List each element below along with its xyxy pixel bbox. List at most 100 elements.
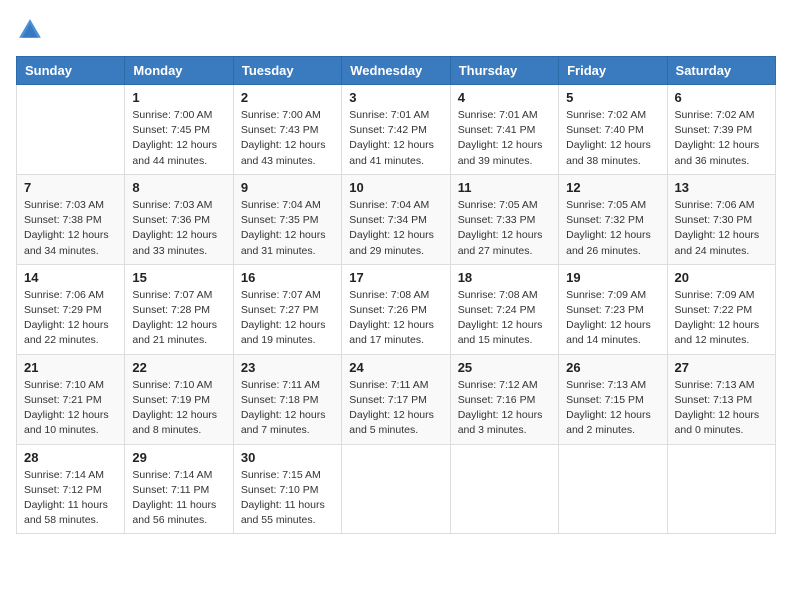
calendar-cell <box>559 444 667 534</box>
calendar-table: SundayMondayTuesdayWednesdayThursdayFrid… <box>16 56 776 534</box>
calendar-cell: 18 Sunrise: 7:08 AM Sunset: 7:24 PM Dayli… <box>450 264 558 354</box>
calendar-cell: 1 Sunrise: 7:00 AM Sunset: 7:45 PM Daylig… <box>125 85 233 175</box>
day-number: 24 <box>349 360 442 375</box>
column-header-wednesday: Wednesday <box>342 57 450 85</box>
calendar-cell: 6 Sunrise: 7:02 AM Sunset: 7:39 PM Daylig… <box>667 85 775 175</box>
day-info: Sunrise: 7:11 AM Sunset: 7:17 PM Dayligh… <box>349 378 442 439</box>
calendar-cell: 16 Sunrise: 7:07 AM Sunset: 7:27 PM Dayli… <box>233 264 341 354</box>
calendar-cell: 19 Sunrise: 7:09 AM Sunset: 7:23 PM Dayli… <box>559 264 667 354</box>
day-number: 16 <box>241 270 334 285</box>
day-info: Sunrise: 7:05 AM Sunset: 7:33 PM Dayligh… <box>458 198 551 259</box>
day-info: Sunrise: 7:02 AM Sunset: 7:40 PM Dayligh… <box>566 108 659 169</box>
day-number: 23 <box>241 360 334 375</box>
calendar-cell: 28 Sunrise: 7:14 AM Sunset: 7:12 PM Dayli… <box>17 444 125 534</box>
day-info: Sunrise: 7:15 AM Sunset: 7:10 PM Dayligh… <box>241 468 334 529</box>
day-number: 11 <box>458 180 551 195</box>
day-number: 6 <box>675 90 768 105</box>
day-info: Sunrise: 7:01 AM Sunset: 7:41 PM Dayligh… <box>458 108 551 169</box>
calendar-cell: 30 Sunrise: 7:15 AM Sunset: 7:10 PM Dayli… <box>233 444 341 534</box>
day-info: Sunrise: 7:12 AM Sunset: 7:16 PM Dayligh… <box>458 378 551 439</box>
day-info: Sunrise: 7:00 AM Sunset: 7:43 PM Dayligh… <box>241 108 334 169</box>
calendar-cell <box>17 85 125 175</box>
day-info: Sunrise: 7:00 AM Sunset: 7:45 PM Dayligh… <box>132 108 225 169</box>
day-number: 7 <box>24 180 117 195</box>
day-info: Sunrise: 7:09 AM Sunset: 7:23 PM Dayligh… <box>566 288 659 349</box>
calendar-cell: 20Sunrise: 7:09 AM Sunset: 7:22 PM Dayli… <box>667 264 775 354</box>
day-info: Sunrise: 7:06 AM Sunset: 7:30 PM Dayligh… <box>675 198 768 259</box>
calendar-cell <box>450 444 558 534</box>
day-info: Sunrise: 7:07 AM Sunset: 7:28 PM Dayligh… <box>132 288 225 349</box>
day-info: Sunrise: 7:04 AM Sunset: 7:35 PM Dayligh… <box>241 198 334 259</box>
day-number: 15 <box>132 270 225 285</box>
day-number: 14 <box>24 270 117 285</box>
column-header-monday: Monday <box>125 57 233 85</box>
calendar-cell: 4Sunrise: 7:01 AM Sunset: 7:41 PM Daylig… <box>450 85 558 175</box>
calendar-cell: 11 Sunrise: 7:05 AM Sunset: 7:33 PM Dayli… <box>450 174 558 264</box>
calendar-cell: 2 Sunrise: 7:00 AM Sunset: 7:43 PM Daylig… <box>233 85 341 175</box>
page-header <box>16 16 776 44</box>
day-number: 19 <box>566 270 659 285</box>
calendar-cell: 26 Sunrise: 7:13 AM Sunset: 7:15 PM Dayli… <box>559 354 667 444</box>
day-info: Sunrise: 7:04 AM Sunset: 7:34 PM Dayligh… <box>349 198 442 259</box>
day-info: Sunrise: 7:03 AM Sunset: 7:36 PM Dayligh… <box>132 198 225 259</box>
day-info: Sunrise: 7:10 AM Sunset: 7:21 PM Dayligh… <box>24 378 117 439</box>
day-number: 22 <box>132 360 225 375</box>
day-number: 1 <box>132 90 225 105</box>
day-info: Sunrise: 7:09 AM Sunset: 7:22 PM Dayligh… <box>675 288 768 349</box>
day-info: Sunrise: 7:03 AM Sunset: 7:38 PM Dayligh… <box>24 198 117 259</box>
day-info: Sunrise: 7:11 AM Sunset: 7:18 PM Dayligh… <box>241 378 334 439</box>
day-info: Sunrise: 7:13 AM Sunset: 7:13 PM Dayligh… <box>675 378 768 439</box>
day-number: 5 <box>566 90 659 105</box>
calendar-cell: 14 Sunrise: 7:06 AM Sunset: 7:29 PM Dayli… <box>17 264 125 354</box>
calendar-cell: 9 Sunrise: 7:04 AM Sunset: 7:35 PM Daylig… <box>233 174 341 264</box>
day-number: 9 <box>241 180 334 195</box>
day-info: Sunrise: 7:08 AM Sunset: 7:24 PM Dayligh… <box>458 288 551 349</box>
day-number: 2 <box>241 90 334 105</box>
column-header-thursday: Thursday <box>450 57 558 85</box>
calendar-cell: 27 Sunrise: 7:13 AM Sunset: 7:13 PM Dayli… <box>667 354 775 444</box>
column-header-saturday: Saturday <box>667 57 775 85</box>
day-number: 18 <box>458 270 551 285</box>
calendar-cell: 23 Sunrise: 7:11 AM Sunset: 7:18 PM Dayli… <box>233 354 341 444</box>
day-info: Sunrise: 7:08 AM Sunset: 7:26 PM Dayligh… <box>349 288 442 349</box>
day-info: Sunrise: 7:05 AM Sunset: 7:32 PM Dayligh… <box>566 198 659 259</box>
calendar-cell: 25 Sunrise: 7:12 AM Sunset: 7:16 PM Dayli… <box>450 354 558 444</box>
day-number: 21 <box>24 360 117 375</box>
day-number: 25 <box>458 360 551 375</box>
day-number: 26 <box>566 360 659 375</box>
day-info: Sunrise: 7:14 AM Sunset: 7:12 PM Dayligh… <box>24 468 117 529</box>
calendar-cell: 22 Sunrise: 7:10 AM Sunset: 7:19 PM Dayli… <box>125 354 233 444</box>
column-header-tuesday: Tuesday <box>233 57 341 85</box>
calendar-cell: 3 Sunrise: 7:01 AM Sunset: 7:42 PM Daylig… <box>342 85 450 175</box>
calendar-cell <box>342 444 450 534</box>
calendar-cell: 10 Sunrise: 7:04 AM Sunset: 7:34 PM Dayli… <box>342 174 450 264</box>
calendar-cell: 8 Sunrise: 7:03 AM Sunset: 7:36 PM Daylig… <box>125 174 233 264</box>
calendar-cell: 24 Sunrise: 7:11 AM Sunset: 7:17 PM Dayli… <box>342 354 450 444</box>
day-info: Sunrise: 7:02 AM Sunset: 7:39 PM Dayligh… <box>675 108 768 169</box>
day-number: 13 <box>675 180 768 195</box>
day-number: 8 <box>132 180 225 195</box>
calendar-cell: 17 Sunrise: 7:08 AM Sunset: 7:26 PM Dayli… <box>342 264 450 354</box>
logo <box>16 16 50 44</box>
day-number: 29 <box>132 450 225 465</box>
day-number: 27 <box>675 360 768 375</box>
day-info: Sunrise: 7:13 AM Sunset: 7:15 PM Dayligh… <box>566 378 659 439</box>
day-number: 30 <box>241 450 334 465</box>
column-header-friday: Friday <box>559 57 667 85</box>
day-info: Sunrise: 7:06 AM Sunset: 7:29 PM Dayligh… <box>24 288 117 349</box>
day-number: 12 <box>566 180 659 195</box>
day-number: 17 <box>349 270 442 285</box>
day-number: 10 <box>349 180 442 195</box>
calendar-cell: 29Sunrise: 7:14 AM Sunset: 7:11 PM Dayli… <box>125 444 233 534</box>
day-info: Sunrise: 7:01 AM Sunset: 7:42 PM Dayligh… <box>349 108 442 169</box>
calendar-cell: 21 Sunrise: 7:10 AM Sunset: 7:21 PM Dayli… <box>17 354 125 444</box>
calendar-cell: 5 Sunrise: 7:02 AM Sunset: 7:40 PM Daylig… <box>559 85 667 175</box>
calendar-cell: 12 Sunrise: 7:05 AM Sunset: 7:32 PM Dayli… <box>559 174 667 264</box>
day-info: Sunrise: 7:10 AM Sunset: 7:19 PM Dayligh… <box>132 378 225 439</box>
day-number: 3 <box>349 90 442 105</box>
calendar-cell: 15 Sunrise: 7:07 AM Sunset: 7:28 PM Dayli… <box>125 264 233 354</box>
day-number: 28 <box>24 450 117 465</box>
calendar-cell: 7 Sunrise: 7:03 AM Sunset: 7:38 PM Daylig… <box>17 174 125 264</box>
calendar-cell: 13 Sunrise: 7:06 AM Sunset: 7:30 PM Dayli… <box>667 174 775 264</box>
day-info: Sunrise: 7:07 AM Sunset: 7:27 PM Dayligh… <box>241 288 334 349</box>
